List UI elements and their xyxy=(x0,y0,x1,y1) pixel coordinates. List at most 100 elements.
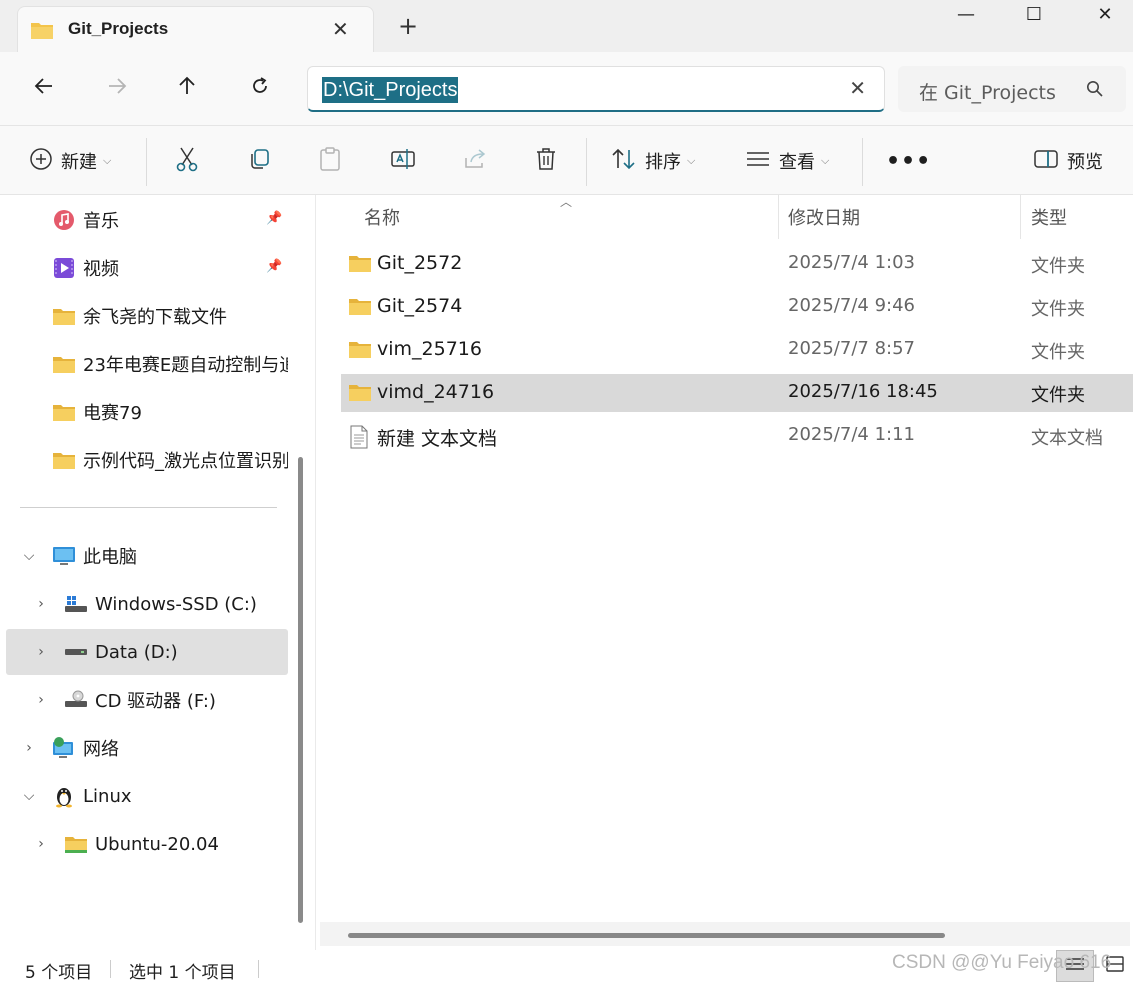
tab-strip: Git_Projects ✕ + — ☐ ✕ xyxy=(0,0,1133,52)
rename-icon xyxy=(390,147,416,176)
nav-item-label: Linux xyxy=(83,785,132,807)
file-modified: 2025/7/4 1:03 xyxy=(788,252,915,273)
maximize-button[interactable]: ☐ xyxy=(1014,4,1054,28)
network-icon xyxy=(52,736,76,760)
folder-icon xyxy=(52,304,76,328)
folder-icon xyxy=(30,20,54,44)
file-row[interactable]: 新建 文本文档 2025/7/4 1:11 文本文档 xyxy=(341,417,1133,455)
file-row[interactable]: Git_2572 2025/7/4 1:03 文件夹 xyxy=(341,245,1133,283)
refresh-button[interactable] xyxy=(245,76,275,102)
folder-icon xyxy=(52,400,76,424)
chevron-right-icon[interactable]: › xyxy=(22,740,36,756)
chevron-down-icon[interactable]: ⌵ xyxy=(22,788,36,804)
nav-item-contest-folder[interactable]: 23年电赛E题自动控制与追 xyxy=(6,341,288,387)
more-icon: ••• xyxy=(886,148,932,174)
nav-item-linux[interactable]: ⌵ Linux xyxy=(6,773,288,819)
folder-icon xyxy=(64,832,88,856)
chevron-down-icon: ⌵ xyxy=(687,154,696,167)
file-modified: 2025/7/7 8:57 xyxy=(788,338,915,359)
paste-icon xyxy=(318,146,342,177)
column-header-name[interactable]: 名称 xyxy=(364,195,400,239)
chevron-down-icon: ⌵ xyxy=(821,154,830,167)
nav-item-label: CD 驱动器 (F:) xyxy=(95,691,216,712)
nav-divider xyxy=(20,507,277,508)
file-row[interactable]: vim_25716 2025/7/7 8:57 文件夹 xyxy=(341,331,1133,369)
folder-icon xyxy=(348,382,372,406)
close-tab-icon[interactable]: ✕ xyxy=(332,17,349,41)
preview-label: 预览 xyxy=(1067,152,1103,173)
paste-button[interactable] xyxy=(318,126,342,196)
file-modified: 2025/7/16 18:45 xyxy=(788,381,938,402)
file-type: 文本文档 xyxy=(1031,428,1103,449)
file-modified: 2025/7/4 9:46 xyxy=(788,295,915,316)
pin-icon[interactable]: 📌 xyxy=(266,211,282,226)
nav-item-label: 电赛79 xyxy=(83,403,142,424)
nav-item-drive-c[interactable]: › Windows-SSD (C:) xyxy=(6,581,288,627)
clear-address-icon[interactable]: ✕ xyxy=(849,76,866,100)
navigation-pane: 音乐 📌 视频 📌 余飞尧的下载文件 23年电赛E题自动控制与追 电赛79 示例… xyxy=(0,195,316,950)
search-icon xyxy=(1086,80,1104,102)
chevron-right-icon[interactable]: › xyxy=(34,692,48,708)
close-window-button[interactable]: ✕ xyxy=(1085,4,1125,28)
address-row: D:\Git_Projects ✕ 在 Git_Projects xyxy=(0,52,1133,125)
file-type: 文件夹 xyxy=(1031,299,1085,320)
search-placeholder: 在 Git_Projects xyxy=(919,82,1056,104)
share-button[interactable] xyxy=(463,126,487,196)
column-header-type[interactable]: 类型 xyxy=(1031,195,1067,239)
delete-button[interactable] xyxy=(535,126,557,196)
pin-icon[interactable]: 📌 xyxy=(266,259,282,274)
sort-ascending-icon: ︿ xyxy=(560,195,573,209)
nav-item-drive-d[interactable]: › Data (D:) xyxy=(6,629,288,675)
sort-label: 排序 xyxy=(645,152,681,173)
nav-item-drive-f[interactable]: › CD 驱动器 (F:) xyxy=(6,677,288,723)
file-row[interactable]: Git_2574 2025/7/4 9:46 文件夹 xyxy=(341,288,1133,326)
nav-item-network[interactable]: › 网络 xyxy=(6,725,288,771)
horizontal-scrollbar[interactable] xyxy=(348,933,945,938)
sort-icon xyxy=(611,148,637,175)
file-list-pane: ︿ 名称 修改日期 类型 Git_2572 2025/7/4 1:03 文件夹 … xyxy=(317,195,1133,950)
column-header-modified[interactable]: 修改日期 xyxy=(788,195,860,239)
nav-item-sample-code-folder[interactable]: 示例代码_激光点位置识别 xyxy=(6,437,288,483)
folder-icon xyxy=(52,448,76,472)
address-path[interactable]: D:\Git_Projects xyxy=(322,77,459,103)
nav-item-music[interactable]: 音乐 📌 xyxy=(6,197,288,243)
nav-scrollbar[interactable] xyxy=(298,457,303,923)
file-type: 文件夹 xyxy=(1031,256,1085,277)
more-options-button[interactable]: ••• xyxy=(886,126,931,196)
search-box[interactable]: 在 Git_Projects xyxy=(898,66,1126,112)
nav-item-downloads-folder[interactable]: 余飞尧的下载文件 xyxy=(6,293,288,339)
nav-item-label: 网络 xyxy=(83,739,119,760)
tab-git-projects[interactable]: Git_Projects ✕ xyxy=(17,6,374,52)
new-button[interactable]: 新建 ⌵ xyxy=(29,126,111,196)
chevron-right-icon[interactable]: › xyxy=(34,836,48,852)
cut-button[interactable] xyxy=(175,126,199,196)
file-row-selected[interactable]: vimd_24716 2025/7/16 18:45 文件夹 xyxy=(341,374,1133,412)
minimize-button[interactable]: — xyxy=(946,4,986,28)
file-name: Git_2572 xyxy=(377,252,463,274)
back-button[interactable] xyxy=(29,76,59,102)
cd-drive-icon xyxy=(64,688,88,712)
new-tab-button[interactable]: + xyxy=(398,14,418,38)
sort-button[interactable]: 排序 ⌵ xyxy=(611,126,695,196)
nav-item-label: 视频 xyxy=(83,259,119,280)
music-icon xyxy=(52,208,76,232)
preview-pane-button[interactable]: 预览 xyxy=(1033,126,1103,196)
up-button[interactable] xyxy=(172,76,202,102)
nav-item-dianshai79-folder[interactable]: 电赛79 xyxy=(6,389,288,435)
chevron-down-icon[interactable]: ⌵ xyxy=(22,548,36,564)
nav-item-ubuntu[interactable]: › Ubuntu-20.04 xyxy=(6,821,288,867)
nav-item-label: 示例代码_激光点位置识别 xyxy=(83,451,288,472)
nav-item-this-pc[interactable]: ⌵ 此电脑 xyxy=(6,533,288,579)
chevron-right-icon[interactable]: › xyxy=(34,644,48,660)
monitor-icon xyxy=(52,544,76,568)
linux-penguin-icon xyxy=(52,784,76,808)
address-bar[interactable]: D:\Git_Projects ✕ xyxy=(307,66,885,112)
nav-item-videos[interactable]: 视频 📌 xyxy=(6,245,288,291)
horizontal-scrollbar-track xyxy=(320,922,1130,946)
forward-button[interactable] xyxy=(102,76,132,102)
file-name: 新建 文本文档 xyxy=(377,428,498,450)
copy-button[interactable] xyxy=(247,126,271,196)
view-button[interactable]: 查看 ⌵ xyxy=(745,126,829,196)
chevron-right-icon[interactable]: › xyxy=(34,596,48,612)
rename-button[interactable] xyxy=(390,126,416,196)
